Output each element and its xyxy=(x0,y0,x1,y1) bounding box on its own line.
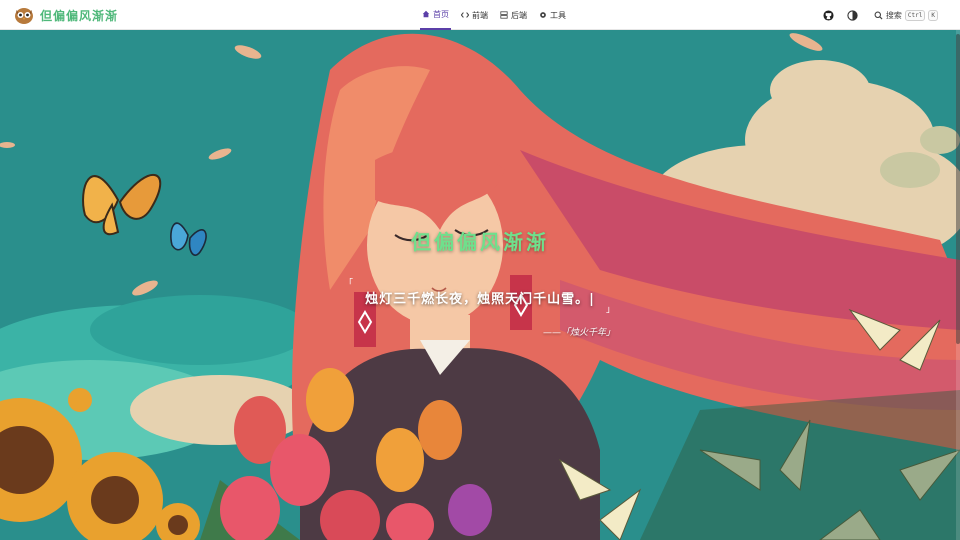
theme-toggle-icon xyxy=(847,9,859,21)
nav-tools[interactable]: 工具 xyxy=(537,0,568,30)
nav-frontend-label: 前端 xyxy=(472,10,488,20)
hero-illustration xyxy=(0,30,960,540)
theme-toggle-button[interactable] xyxy=(846,8,860,22)
main-nav: 首页 前端 后端 工具 xyxy=(420,0,568,30)
nav-home-label: 首页 xyxy=(433,9,449,19)
nav-tools-label: 工具 xyxy=(550,10,566,20)
server-icon xyxy=(500,11,508,19)
nav-frontend[interactable]: 前端 xyxy=(459,0,490,30)
nav-home[interactable]: 首页 xyxy=(420,0,451,30)
top-navbar: 但偏偏风渐渐 首页 前端 后端 工具 搜索 Ctrl K xyxy=(0,0,960,30)
owl-logo-icon xyxy=(15,8,33,24)
home-icon xyxy=(422,10,430,18)
quote-close-mark: 」 xyxy=(606,305,616,315)
shortcut-key-k: K xyxy=(928,9,938,21)
shortcut-key-ctrl: Ctrl xyxy=(904,9,926,21)
brand[interactable]: 但偏偏风渐渐 xyxy=(14,5,118,25)
github-button[interactable] xyxy=(822,8,836,22)
quote-source: ——「烛火千年」 xyxy=(543,328,616,338)
search-button[interactable]: 搜索 Ctrl K xyxy=(870,7,942,23)
nav-backend[interactable]: 后端 xyxy=(498,0,529,30)
github-icon xyxy=(823,9,834,21)
code-icon xyxy=(461,12,469,18)
hero-banner xyxy=(0,30,960,540)
search-label: 搜索 xyxy=(885,10,902,20)
site-title: 但偏偏风渐渐 xyxy=(40,8,119,23)
gear-icon xyxy=(540,12,546,18)
search-icon xyxy=(874,11,883,20)
nav-actions: 搜索 Ctrl K xyxy=(822,0,942,30)
nav-backend-label: 后端 xyxy=(511,10,527,20)
hero-quote: 烛灯三千燃长夜，烛照天门千山雪。| xyxy=(365,292,595,307)
hero-title: 但偏偏风渐渐 xyxy=(411,230,549,254)
